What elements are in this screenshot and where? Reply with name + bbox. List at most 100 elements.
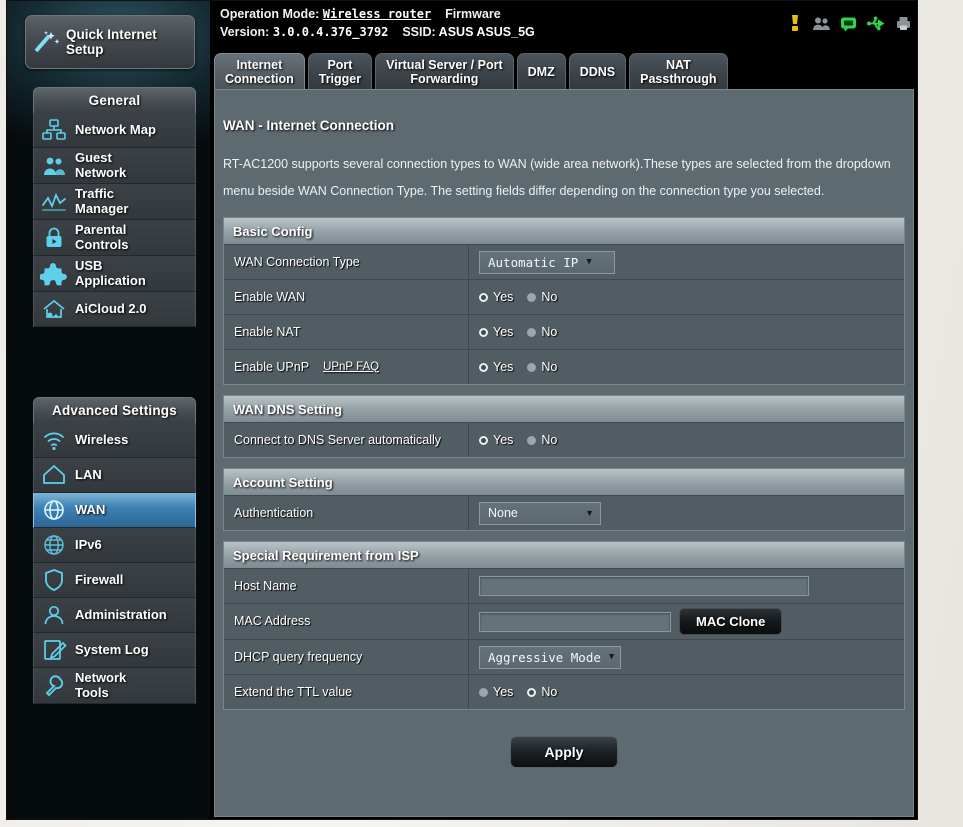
- row-field: Aggressive Mode ▼: [469, 640, 904, 674]
- upnp-faq-link[interactable]: UPnP FAQ: [323, 360, 379, 375]
- section-wan-dns-setting: WAN DNS Setting Connect to DNS Server au…: [223, 395, 905, 458]
- row-label: Enable NAT: [224, 315, 469, 349]
- sidebar-item-traffic-manager[interactable]: TrafficManager: [33, 184, 196, 220]
- host-name-input[interactable]: [479, 576, 809, 596]
- row-enable-upnp: Enable UPnP UPnP FAQ Yes: [224, 349, 904, 384]
- enable-wan-radio-group: Yes No: [479, 290, 557, 304]
- sidebar-item-label: Network Map: [75, 123, 156, 138]
- aicloud-icon: [40, 296, 68, 322]
- sidebar-item-network-tools[interactable]: NetworkTools: [33, 668, 196, 704]
- mac-clone-button[interactable]: MAC Clone: [679, 608, 782, 635]
- row-authentication: Authentication None ▼: [224, 495, 904, 530]
- mac-address-input[interactable]: [479, 612, 671, 632]
- section-basic-config: Basic Config WAN Connection Type Automat…: [223, 217, 905, 385]
- enable-wan-radio-yes[interactable]: Yes: [479, 290, 513, 304]
- select-value: Automatic IP: [488, 255, 578, 270]
- extend-ttl-radio-no[interactable]: No: [527, 685, 557, 699]
- tab-ddns[interactable]: DDNS: [569, 53, 626, 89]
- sidebar-item-wan[interactable]: WAN: [33, 493, 196, 528]
- radio-dot: [479, 688, 488, 697]
- sidebar-item-administration[interactable]: Administration: [33, 598, 196, 633]
- row-field: MAC Clone: [469, 604, 904, 639]
- sidebar-item-label: LAN: [75, 468, 102, 483]
- main-area: Operation Mode: Wireless router Firmware…: [210, 1, 918, 820]
- wan-connection-type-select[interactable]: Automatic IP ▼: [479, 251, 615, 274]
- firmware-version-label: Version:: [220, 25, 269, 39]
- tab-nat-passthrough[interactable]: NATPassthrough: [629, 53, 727, 89]
- authentication-select[interactable]: None ▼: [479, 502, 601, 525]
- magic-wand-icon: [32, 29, 60, 55]
- wan-icon: [40, 497, 68, 523]
- sidebar-item-label: Administration: [75, 608, 167, 623]
- section-account-setting: Account Setting Authentication None ▼: [223, 468, 905, 531]
- sidebar-item-label: USBApplication: [75, 259, 146, 288]
- sidebar-item-guest-network[interactable]: GuestNetwork: [33, 148, 196, 184]
- clients-icon[interactable]: [812, 16, 830, 31]
- sidebar-item-label: ParentalControls: [75, 223, 128, 252]
- dhcp-query-frequency-select[interactable]: Aggressive Mode ▼: [479, 646, 621, 669]
- row-label: Host Name: [224, 569, 469, 603]
- alert-icon[interactable]: [788, 15, 802, 32]
- radio-dot: [527, 328, 536, 337]
- radio-label: No: [541, 360, 557, 374]
- tab-internet-connection[interactable]: InternetConnection: [214, 53, 305, 89]
- extend-ttl-radio-yes[interactable]: Yes: [479, 685, 513, 699]
- connect-dns-radio-yes[interactable]: Yes: [479, 433, 513, 447]
- message-icon[interactable]: [840, 16, 857, 32]
- row-label: Extend the TTL value: [224, 675, 469, 709]
- sidebar-item-usb-application[interactable]: USBApplication: [33, 256, 196, 292]
- network-map-icon: [40, 117, 68, 143]
- chevron-down-icon: ▼: [585, 508, 594, 518]
- sidebar-item-wireless[interactable]: Wireless: [33, 423, 196, 458]
- enable-wan-radio-no[interactable]: No: [527, 290, 557, 304]
- row-field: Yes No: [469, 280, 904, 314]
- radio-dot-selected: [479, 293, 488, 302]
- connect-dns-radio-no[interactable]: No: [527, 433, 557, 447]
- firewall-icon: [40, 567, 68, 593]
- select-value: None: [488, 506, 518, 520]
- sidebar-item-network-map[interactable]: Network Map: [33, 113, 196, 148]
- row-field: Automatic IP ▼: [469, 245, 904, 279]
- app-window: Quick InternetSetup General Network Map: [0, 0, 963, 827]
- chevron-down-icon: ▼: [586, 257, 591, 267]
- quick-internet-setup-button[interactable]: Quick InternetSetup: [25, 15, 195, 69]
- sidebar-item-label: TrafficManager: [75, 187, 128, 216]
- radio-dot-selected: [479, 363, 488, 372]
- lan-icon: [40, 462, 68, 488]
- row-field: Yes No: [469, 350, 904, 384]
- sidebar-item-label: GuestNetwork: [75, 151, 126, 180]
- sidebar-item-aicloud[interactable]: AiCloud 2.0: [33, 292, 196, 327]
- radio-label: Yes: [493, 325, 513, 339]
- enable-nat-radio-yes[interactable]: Yes: [479, 325, 513, 339]
- tab-dmz[interactable]: DMZ: [517, 53, 566, 89]
- sidebar-item-system-log[interactable]: System Log: [33, 633, 196, 668]
- row-enable-wan: Enable WAN Yes No: [224, 279, 904, 314]
- printer-icon[interactable]: [896, 16, 911, 31]
- radio-dot: [527, 436, 536, 445]
- operation-mode-value[interactable]: Wireless router: [323, 7, 431, 21]
- sidebar-item-parental-controls[interactable]: ParentalControls: [33, 220, 196, 256]
- firmware-version-value: 3.0.0.4.376_3792: [273, 25, 389, 39]
- row-label: MAC Address: [224, 604, 469, 639]
- enable-nat-radio-no[interactable]: No: [527, 325, 557, 339]
- operation-mode-label: Operation Mode:: [220, 7, 319, 21]
- tab-virtual-server-port-forwarding[interactable]: Virtual Server / PortForwarding: [375, 53, 514, 89]
- enable-upnp-radio-yes[interactable]: Yes: [479, 360, 513, 374]
- sidebar-item-firewall[interactable]: Firewall: [33, 563, 196, 598]
- enable-upnp-radio-no[interactable]: No: [527, 360, 557, 374]
- usb-icon[interactable]: [867, 16, 886, 31]
- row-enable-nat: Enable NAT Yes No: [224, 314, 904, 349]
- section-header: WAN DNS Setting: [224, 396, 904, 422]
- sidebar-item-ipv6[interactable]: IPv6: [33, 528, 196, 563]
- radio-label: Yes: [493, 360, 513, 374]
- sidebar-item-lan[interactable]: LAN: [33, 458, 196, 493]
- enable-upnp-radio-group: Yes No: [479, 360, 557, 374]
- row-extend-ttl-value: Extend the TTL value Yes No: [224, 674, 904, 709]
- row-label: DHCP query frequency: [224, 640, 469, 674]
- row-field: [469, 569, 904, 603]
- network-tools-icon: [40, 673, 68, 699]
- row-field: None ▼: [469, 496, 904, 530]
- tab-port-trigger[interactable]: PortTrigger: [308, 53, 372, 89]
- apply-button[interactable]: Apply: [510, 736, 619, 768]
- administration-icon: [40, 602, 68, 628]
